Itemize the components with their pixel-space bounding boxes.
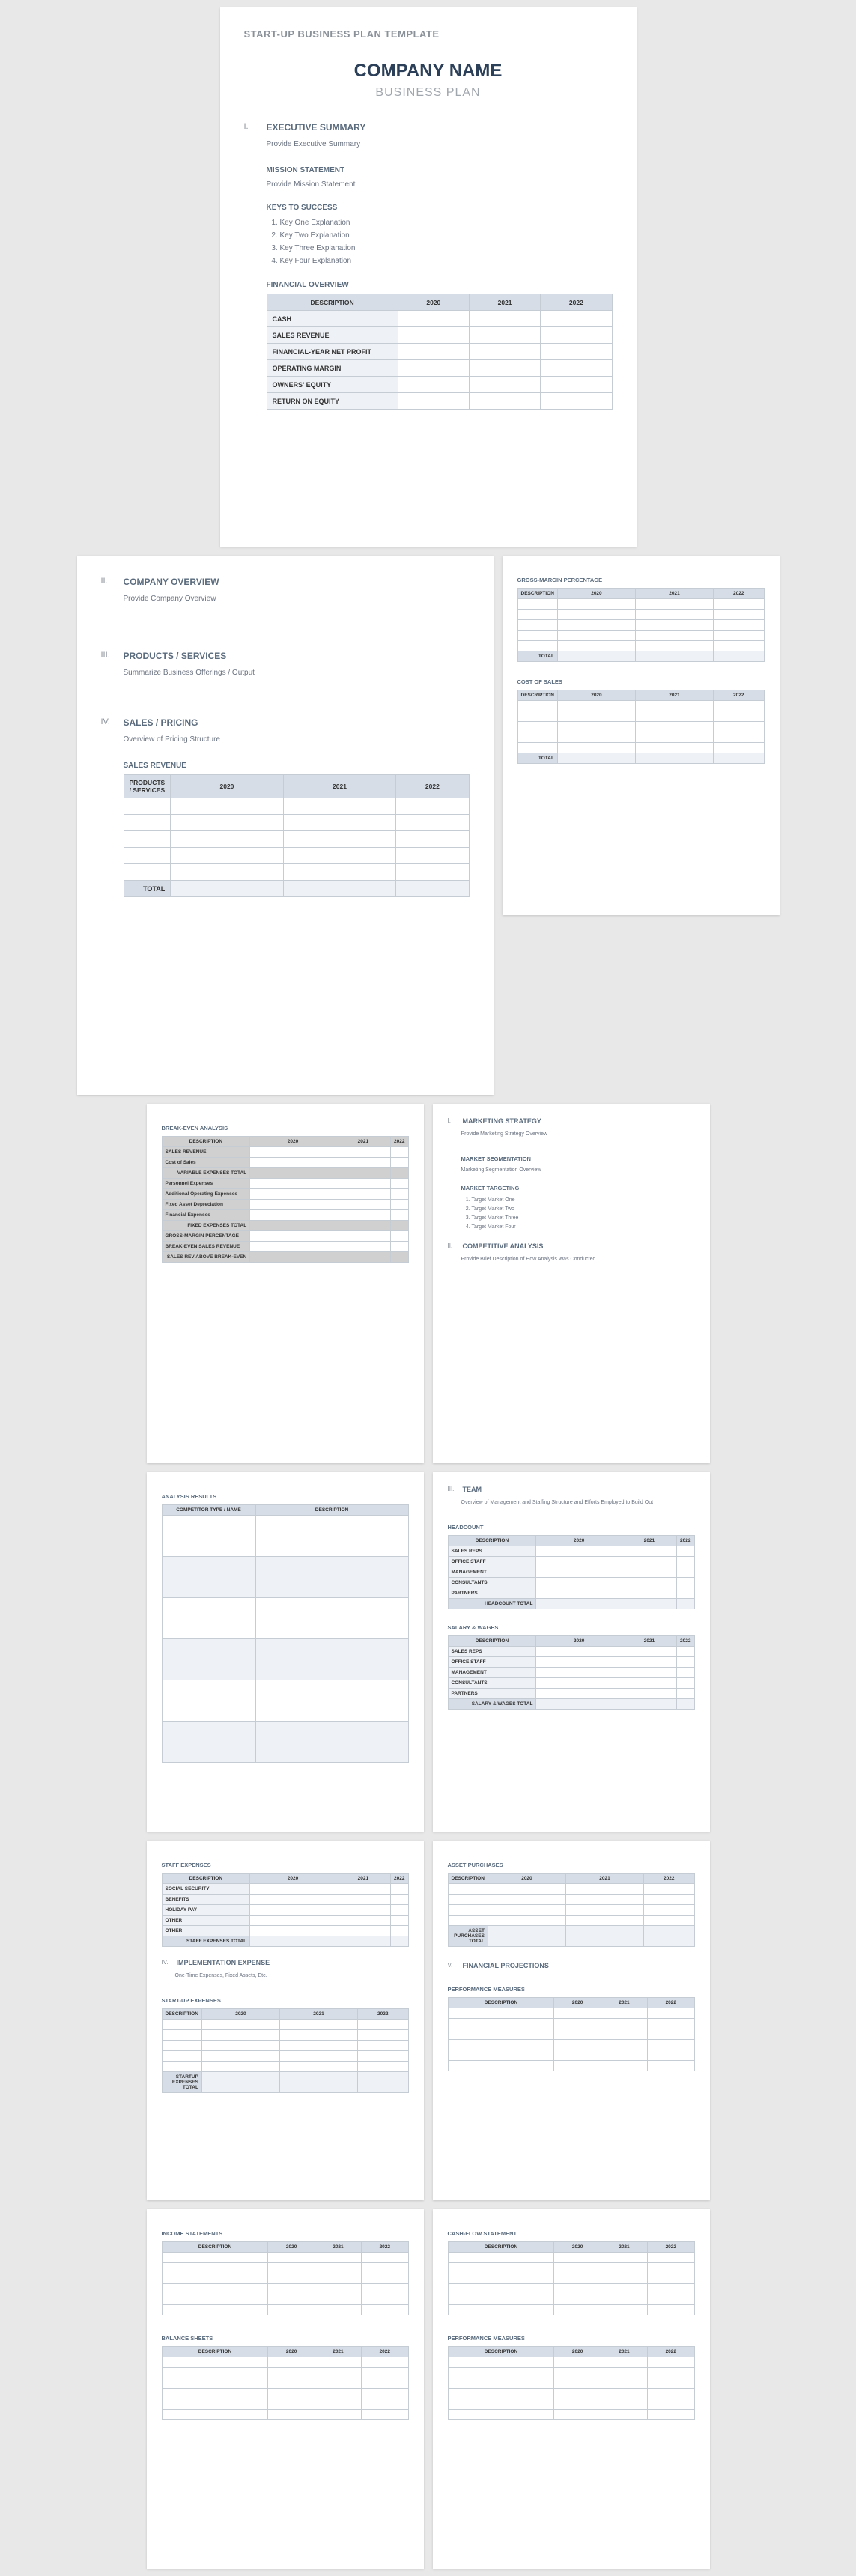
- gross-title: GROSS-MARGIN PERCENTAGE: [517, 577, 765, 583]
- mission-title: MISSION STATEMENT: [267, 166, 613, 174]
- headcount-table: DESCRIPTION202020212022 SALES REPS OFFIC…: [448, 1535, 695, 1609]
- asset-table: DESCRIPTION202020212022 ASSET PURCHASES …: [448, 1873, 695, 1947]
- sec-body: Summarize Business Offerings / Output: [124, 667, 470, 678]
- page-4: BREAK-EVEN ANALYSIS DESCRIPTION202020212…: [147, 1104, 424, 1463]
- col-year: 2020: [398, 294, 469, 311]
- page-1: START-UP BUSINESS PLAN TEMPLATE COMPANY …: [220, 7, 637, 547]
- doc-title: START-UP BUSINESS PLAN TEMPLATE: [244, 28, 613, 40]
- page-7: III.TEAM Overview of Management and Staf…: [433, 1472, 710, 1832]
- row-label: RETURN ON EQUITY: [267, 393, 398, 410]
- col-desc: DESCRIPTION: [267, 294, 398, 311]
- sec-number: IV.: [101, 717, 113, 728]
- row-label: OWNERS' EQUITY: [267, 377, 398, 393]
- col-year: 2021: [469, 294, 540, 311]
- row-label: SALES REVENUE: [267, 327, 398, 344]
- key-item: Key One Explanation: [280, 216, 613, 229]
- key-item: Key Three Explanation: [280, 242, 613, 255]
- break-title: BREAK-EVEN ANALYSIS: [162, 1125, 409, 1131]
- sec-body: Provide Executive Summary: [267, 139, 613, 150]
- col-year: 2022: [396, 775, 469, 798]
- cashflow-table: DESCRIPTION202020212022: [448, 2241, 695, 2315]
- keys-title: KEYS TO SUCCESS: [267, 204, 613, 212]
- row-label: OPERATING MARGIN: [267, 360, 398, 377]
- col-year: 2020: [171, 775, 284, 798]
- key-item: Key Four Explanation: [280, 255, 613, 267]
- salesrev-table: PRODUCTS / SERVICES202020212022 TOTAL: [124, 774, 470, 897]
- page-11: CASH-FLOW STATEMENT DESCRIPTION202020212…: [433, 2209, 710, 2569]
- balance-table: DESCRIPTION202020212022: [162, 2346, 409, 2420]
- gross-table: DESCRIPTION202020212022 TOTAL: [517, 588, 765, 662]
- sec-number: II.: [101, 577, 113, 587]
- company-name: COMPANY NAME: [244, 61, 613, 82]
- page-grid: START-UP BUSINESS PLAN TEMPLATE COMPANY …: [7, 7, 849, 2569]
- sec-body: Overview of Pricing Structure: [124, 734, 470, 745]
- row-total: TOTAL: [124, 881, 171, 897]
- income-table: DESCRIPTION202020212022: [162, 2241, 409, 2315]
- salesrev-title: SALES REVENUE: [124, 762, 470, 770]
- row-label: FINANCIAL-YEAR NET PROFIT: [267, 344, 398, 360]
- sec-number: I.: [244, 122, 256, 133]
- perf2-table: DESCRIPTION202020212022: [448, 2346, 695, 2420]
- subtitle: BUSINESS PLAN: [244, 86, 613, 100]
- cost-title: COST OF SALES: [517, 678, 765, 685]
- row-label: CASH: [267, 311, 398, 327]
- page-5: I.MARKETING STRATEGY Provide Marketing S…: [433, 1104, 710, 1463]
- page-10: INCOME STATEMENTS DESCRIPTION20202021202…: [147, 2209, 424, 2569]
- sec-title: COMPANY OVERVIEW: [124, 577, 219, 587]
- col-head: PRODUCTS / SERVICES: [124, 775, 171, 798]
- mission-body: Provide Mission Statement: [267, 179, 613, 190]
- col-desc: DESCRIPTION: [517, 589, 557, 599]
- startup-table: DESCRIPTION202020212022 STARTUP EXPENSES…: [162, 2008, 409, 2093]
- row-total: TOTAL: [517, 651, 557, 662]
- sec-body: Provide Company Overview: [124, 593, 470, 604]
- key-item: Key Two Explanation: [280, 229, 613, 242]
- col-year: 2022: [541, 294, 612, 311]
- salary-table: DESCRIPTION202020212022 SALES REPS OFFIC…: [448, 1635, 695, 1710]
- sec-title: PRODUCTS / SERVICES: [124, 651, 227, 661]
- staff-table: DESCRIPTION202020212022 SOCIAL SECURITY …: [162, 1873, 409, 1947]
- col-year: 2021: [283, 775, 396, 798]
- page-9: ASSET PURCHASES DESCRIPTION202020212022 …: [433, 1841, 710, 2200]
- perf-table: DESCRIPTION202020212022: [448, 1997, 695, 2071]
- page-3: GROSS-MARGIN PERCENTAGE DESCRIPTION20202…: [503, 556, 780, 915]
- fin-title: FINANCIAL OVERVIEW: [267, 281, 613, 289]
- cost-table: DESCRIPTION202020212022 TOTAL: [517, 690, 765, 764]
- sec-number: III.: [101, 651, 113, 661]
- sec-title: SALES / PRICING: [124, 717, 198, 728]
- break-table: DESCRIPTION202020212022 SALES REVENUE Co…: [162, 1136, 409, 1263]
- fin-table: DESCRIPTION202020212022 CASH SALES REVEN…: [267, 294, 613, 410]
- page-2: II. COMPANY OVERVIEW Provide Company Over…: [77, 556, 494, 1095]
- keys-list: Key One Explanation Key Two Explanation …: [280, 216, 613, 267]
- page-6: ANALYSIS RESULTS COMPETITOR TYPE / NAMED…: [147, 1472, 424, 1832]
- page-8: STAFF EXPENSES DESCRIPTION202020212022 S…: [147, 1841, 424, 2200]
- sec-title: EXECUTIVE SUMMARY: [267, 122, 366, 133]
- analysis-table: COMPETITOR TYPE / NAMEDESCRIPTION: [162, 1504, 409, 1763]
